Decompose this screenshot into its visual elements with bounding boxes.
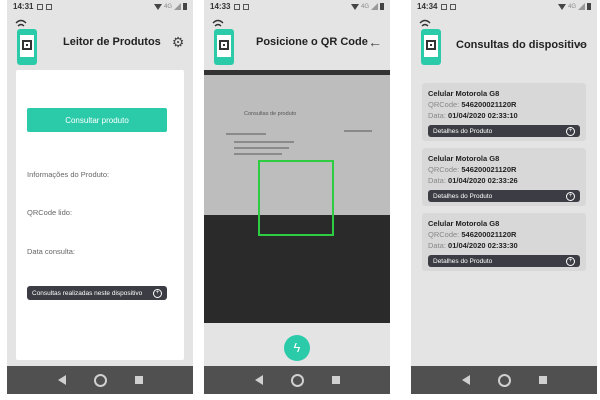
network-type: 4G <box>360 3 369 10</box>
phone-qr-icon <box>212 19 234 65</box>
circle-plus-icon: + <box>153 288 162 298</box>
recents-icon[interactable] <box>331 376 340 384</box>
circle-plus-icon: + <box>566 126 575 136</box>
notification-icon <box>37 3 44 10</box>
qrcode-key: QRCode: <box>428 100 460 109</box>
notification-icon <box>46 3 53 10</box>
date-key: Data: <box>428 241 446 250</box>
android-nav-bar <box>204 366 390 394</box>
record-qrcode: QRCode: 546200021120R <box>428 230 516 239</box>
record-name: Celular Motorola G8 <box>428 154 500 163</box>
product-details-button[interactable]: Detalhes do Produto + <box>428 190 580 202</box>
date-value: 01/04/2020 02:33:30 <box>448 241 518 250</box>
record-qrcode: QRCode: 546200021120R <box>428 100 516 109</box>
home-icon[interactable] <box>497 373 511 387</box>
qr-scan-frame <box>258 160 334 236</box>
date-key: Data: <box>428 176 446 185</box>
home-icon[interactable] <box>93 373 107 387</box>
status-time: 14:33 <box>210 2 231 11</box>
arrow-left-icon[interactable]: ← <box>366 33 384 51</box>
circle-plus-icon: + <box>566 256 575 266</box>
network-type: 4G <box>567 3 576 10</box>
record-name: Celular Motorola G8 <box>428 219 500 228</box>
battery-icon <box>380 3 384 10</box>
status-bar: 14:33 4G <box>204 0 390 13</box>
product-details-label: Detalhes do Produto <box>433 127 493 135</box>
main-card: Consultar produto Informações do Produto… <box>16 70 184 360</box>
qrcode-value: 546200021120R <box>461 165 517 174</box>
signal-icon <box>371 3 378 10</box>
back-icon[interactable] <box>254 375 263 385</box>
phone-qr-icon <box>419 19 441 65</box>
camera-preview: Consultas de produto <box>204 70 390 323</box>
wifi-icon <box>557 3 566 10</box>
gear-icon[interactable]: ⚙ <box>169 33 187 51</box>
status-indicators: 4G <box>557 3 591 10</box>
network-type: 4G <box>163 3 172 10</box>
record-date: Data: 01/04/2020 02:33:10 <box>428 111 518 120</box>
recents-icon[interactable] <box>134 376 143 384</box>
wifi-icon <box>350 3 359 10</box>
app-header: Posicione o QR Code ← <box>204 13 390 70</box>
page-title: Posicione o QR Code <box>256 36 368 48</box>
home-icon[interactable] <box>290 373 304 387</box>
page-title: Consultas do dispositivo <box>456 39 587 51</box>
arrow-left-icon[interactable]: ← <box>573 33 591 51</box>
back-icon[interactable] <box>461 375 470 385</box>
list-item: Celular Motorola G8 QRCode: 546200021120… <box>422 213 586 271</box>
back-icon[interactable] <box>57 375 66 385</box>
wifi-icon <box>153 3 162 10</box>
signal-icon <box>578 3 585 10</box>
date-label: Data consulta: <box>27 247 75 256</box>
product-details-button[interactable]: Detalhes do Produto + <box>428 125 580 137</box>
circle-plus-icon: + <box>566 191 575 201</box>
page-title: Leitor de Produtos <box>63 36 161 48</box>
list-item: Celular Motorola G8 QRCode: 546200021120… <box>422 148 586 206</box>
status-time: 14:34 <box>417 2 438 11</box>
notification-icon <box>234 3 241 10</box>
history-button-label: Consultas realizadas neste dispositivo <box>32 289 143 297</box>
status-bar: 14:31 4G <box>7 0 193 13</box>
product-details-label: Detalhes do Produto <box>433 192 493 200</box>
record-name: Celular Motorola G8 <box>428 89 500 98</box>
status-indicators: 4G <box>350 3 384 10</box>
record-date: Data: 01/04/2020 02:33:26 <box>428 176 518 185</box>
notification-icon <box>450 3 457 10</box>
list-item: Celular Motorola G8 QRCode: 546200021120… <box>422 83 586 141</box>
qrcode-label: QRCode lido: <box>27 208 73 217</box>
product-details-label: Detalhes do Produto <box>433 257 493 265</box>
record-date: Data: 01/04/2020 02:33:30 <box>428 241 518 250</box>
battery-icon <box>587 3 591 10</box>
battery-icon <box>183 3 187 10</box>
status-indicators: 4G <box>153 3 187 10</box>
date-value: 01/04/2020 02:33:10 <box>448 111 518 120</box>
date-key: Data: <box>428 111 446 120</box>
qrcode-key: QRCode: <box>428 165 460 174</box>
notification-icon <box>243 3 250 10</box>
signal-icon <box>174 3 181 10</box>
app-header: Leitor de Produtos ⚙ <box>7 13 193 70</box>
product-info-label: Informações do Produto: <box>27 170 110 179</box>
status-time: 14:31 <box>13 2 34 11</box>
status-bar: 14:34 4G <box>411 0 597 13</box>
phone-qr-icon <box>15 19 37 65</box>
date-value: 01/04/2020 02:33:26 <box>448 176 518 185</box>
screen-posicione-qr-code: 14:33 4G Posicione o QR Code ← Consultas… <box>204 0 390 394</box>
screen-consultas-do-dispositivo: 14:34 4G Consultas do dispositivo ← Celu… <box>411 0 597 394</box>
qrcode-key: QRCode: <box>428 230 460 239</box>
consult-product-button[interactable]: Consultar produto <box>27 108 167 132</box>
android-nav-bar <box>411 366 597 394</box>
history-button[interactable]: Consultas realizadas neste dispositivo + <box>27 286 167 300</box>
flash-icon[interactable]: ϟ <box>284 335 310 361</box>
qrcode-value: 546200021120R <box>461 100 517 109</box>
record-qrcode: QRCode: 546200021120R <box>428 165 516 174</box>
product-details-button[interactable]: Detalhes do Produto + <box>428 255 580 267</box>
notification-icon <box>441 3 448 10</box>
recents-icon[interactable] <box>538 376 547 384</box>
camera-preview-text: Consultas de produto <box>244 111 297 117</box>
app-header: Consultas do dispositivo ← <box>411 13 597 70</box>
screen-leitor-de-produtos: 14:31 4G Leitor de Produtos ⚙ Consultar … <box>7 0 193 394</box>
qrcode-value: 546200021120R <box>461 230 517 239</box>
android-nav-bar <box>7 366 193 394</box>
